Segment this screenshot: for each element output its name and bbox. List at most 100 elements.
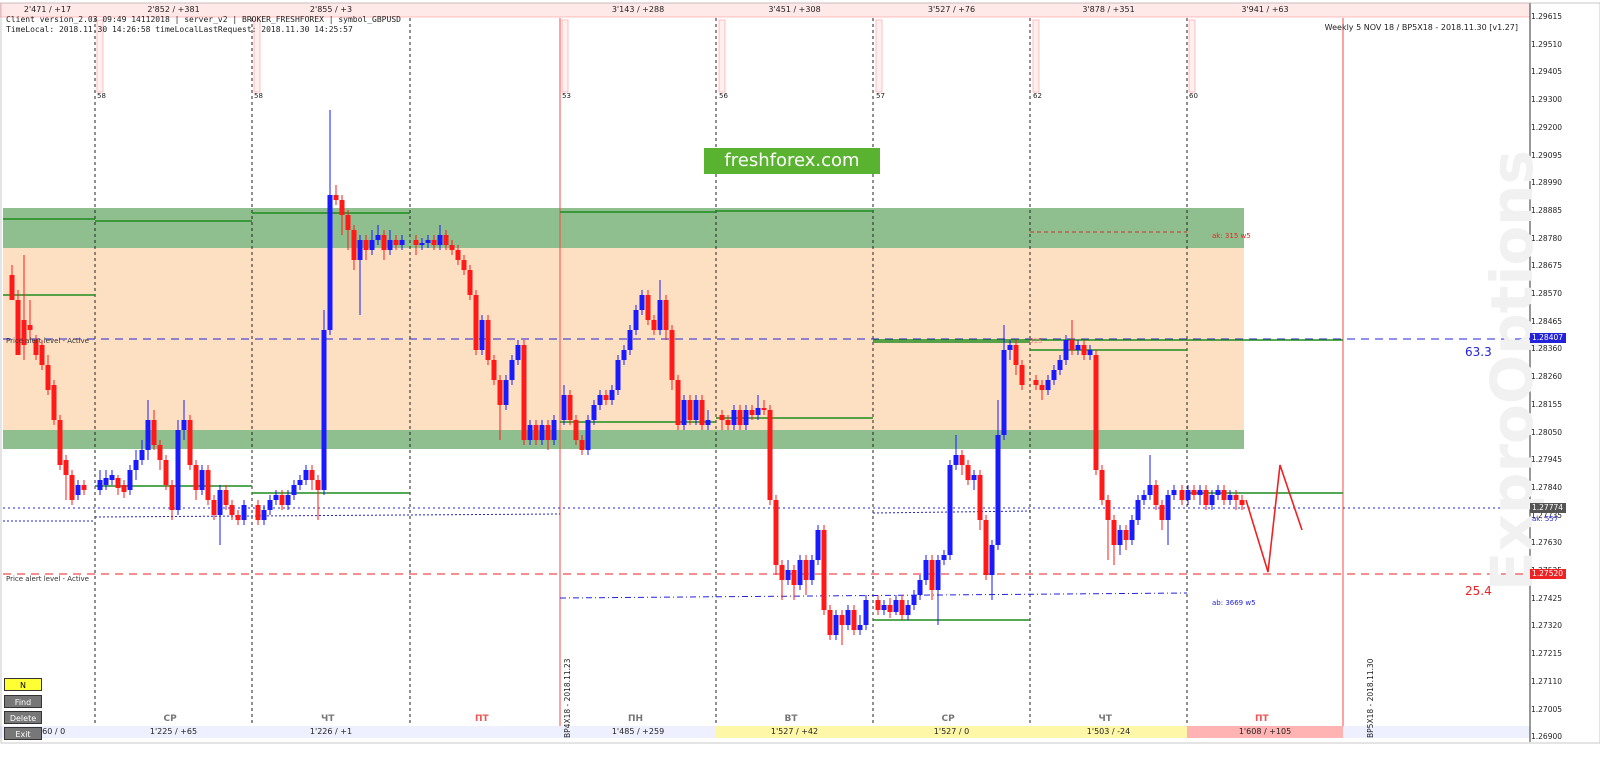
ak-upper-annotation: ak: 315 w5 xyxy=(1212,232,1251,240)
indicator-title: Weekly 5 NOV 18 / BP5X18 - 2018.11.30 [v… xyxy=(1324,23,1518,32)
bear-candle xyxy=(821,530,827,610)
day-label: СР xyxy=(163,714,177,724)
price-axis-label: 1.29510 xyxy=(1531,39,1563,49)
top-stat-cell: 2'471 / +17 xyxy=(23,5,72,14)
day-label: ПН xyxy=(628,714,644,724)
marker-count: 56 xyxy=(719,92,728,100)
bear-candle xyxy=(309,470,315,480)
n-button[interactable]: N xyxy=(4,678,42,691)
bear-candle xyxy=(1153,485,1159,505)
bull-candle xyxy=(75,485,81,495)
expiry-label-bp5x18: BP5X18 - 2018.11.30 xyxy=(1366,658,1375,738)
bear-candle xyxy=(1069,340,1075,350)
day-label: ВТ xyxy=(784,714,798,724)
ab-lower-annotation: ab: 3669 w5 xyxy=(1212,599,1256,607)
bull-candle xyxy=(217,490,223,515)
bear-candle xyxy=(81,485,87,490)
bear-candle xyxy=(27,325,33,330)
bear-candle xyxy=(603,395,609,400)
bear-candle xyxy=(959,455,965,465)
bear-candle xyxy=(51,385,57,420)
price-axis-label: 1.27945 xyxy=(1531,455,1563,465)
bull-candle xyxy=(705,420,711,425)
bear-candle xyxy=(573,420,579,440)
bull-candle xyxy=(387,240,393,250)
alert-label-upper: Price alert level - Active xyxy=(6,337,89,345)
bear-candle xyxy=(315,480,321,490)
bear-candle xyxy=(39,345,45,365)
bull-candle xyxy=(241,505,247,520)
bear-candle xyxy=(669,330,675,380)
bull-candle xyxy=(755,408,761,415)
bull-candle xyxy=(1135,500,1141,520)
bear-candle xyxy=(163,460,169,485)
bear-candle xyxy=(851,610,857,630)
bull-candle xyxy=(941,555,947,560)
bear-candle xyxy=(725,420,731,425)
bear-candle xyxy=(151,420,157,445)
bull-candle xyxy=(845,610,851,625)
bear-candle xyxy=(827,610,833,635)
bull-candle xyxy=(1141,495,1147,500)
expiry-marker-bar xyxy=(875,19,883,93)
bear-candle xyxy=(1013,345,1019,365)
bear-candle xyxy=(339,200,345,215)
bull-candle xyxy=(627,330,633,350)
bull-candle xyxy=(145,420,151,450)
dotted-level xyxy=(94,513,561,518)
bull-candle xyxy=(375,235,381,240)
bull-candle xyxy=(833,615,839,635)
bear-candle xyxy=(57,420,63,465)
bull-candle xyxy=(905,605,911,615)
price-tag: 1.27774 xyxy=(1530,503,1566,513)
bear-candle xyxy=(223,490,229,505)
bear-candle xyxy=(455,250,461,260)
bull-candle xyxy=(261,510,267,520)
bull-candle xyxy=(1051,370,1057,380)
bear-candle xyxy=(1159,505,1165,520)
bull-candle xyxy=(989,545,995,575)
bear-candle xyxy=(413,240,419,245)
bear-candle xyxy=(1033,380,1039,385)
bear-candle xyxy=(791,570,797,585)
bull-candle xyxy=(357,240,363,260)
marker-count: 57 xyxy=(876,92,885,100)
price-chart[interactable] xyxy=(0,0,1600,758)
bear-candle xyxy=(929,560,935,590)
bear-candle xyxy=(663,300,669,330)
bull-candle xyxy=(509,360,515,380)
bear-candle xyxy=(497,380,503,405)
bear-candle xyxy=(279,495,285,505)
bull-candle xyxy=(953,455,959,465)
bull-candle xyxy=(539,425,545,440)
bear-candle xyxy=(229,505,235,515)
bear-candle xyxy=(521,345,527,440)
bull-candle xyxy=(1185,490,1191,500)
bull-candle xyxy=(551,420,557,440)
price-axis-label: 1.27110 xyxy=(1531,676,1563,686)
lower-level-value: 25.4 xyxy=(1465,584,1492,598)
forecast-path xyxy=(1245,464,1303,573)
price-axis-label: 1.28155 xyxy=(1531,399,1563,409)
price-axis-label: 1.29615 xyxy=(1531,12,1563,21)
price-axis-label: 1.28260 xyxy=(1531,372,1563,382)
bear-candle xyxy=(839,615,845,625)
ak-mid-annotation: ak: 557 xyxy=(1532,515,1559,523)
bear-candle xyxy=(1099,470,1105,500)
bull-candle xyxy=(917,580,923,595)
bull-candle xyxy=(419,243,425,245)
bull-candle xyxy=(893,600,899,612)
bear-candle xyxy=(467,270,473,295)
price-axis-label: 1.29200 xyxy=(1531,122,1563,132)
client-version-line: Client version_2.03 09:49 14112018 | ser… xyxy=(6,15,401,24)
find-button[interactable]: Find xyxy=(4,695,42,708)
expiry-label-bp4x18: BP4X18 - 2018.11.23 xyxy=(563,658,572,738)
bear-candle xyxy=(875,600,881,610)
bull-candle xyxy=(857,625,863,630)
bear-candle xyxy=(761,408,767,410)
bull-candle xyxy=(935,560,941,590)
exit-button[interactable]: Exit xyxy=(4,727,42,740)
top-stat-cell: 3'941 / +63 xyxy=(1241,5,1289,14)
delete-button[interactable]: Delete xyxy=(4,711,42,724)
bottom-stat-cell: 1'226 / +1 xyxy=(309,727,353,736)
